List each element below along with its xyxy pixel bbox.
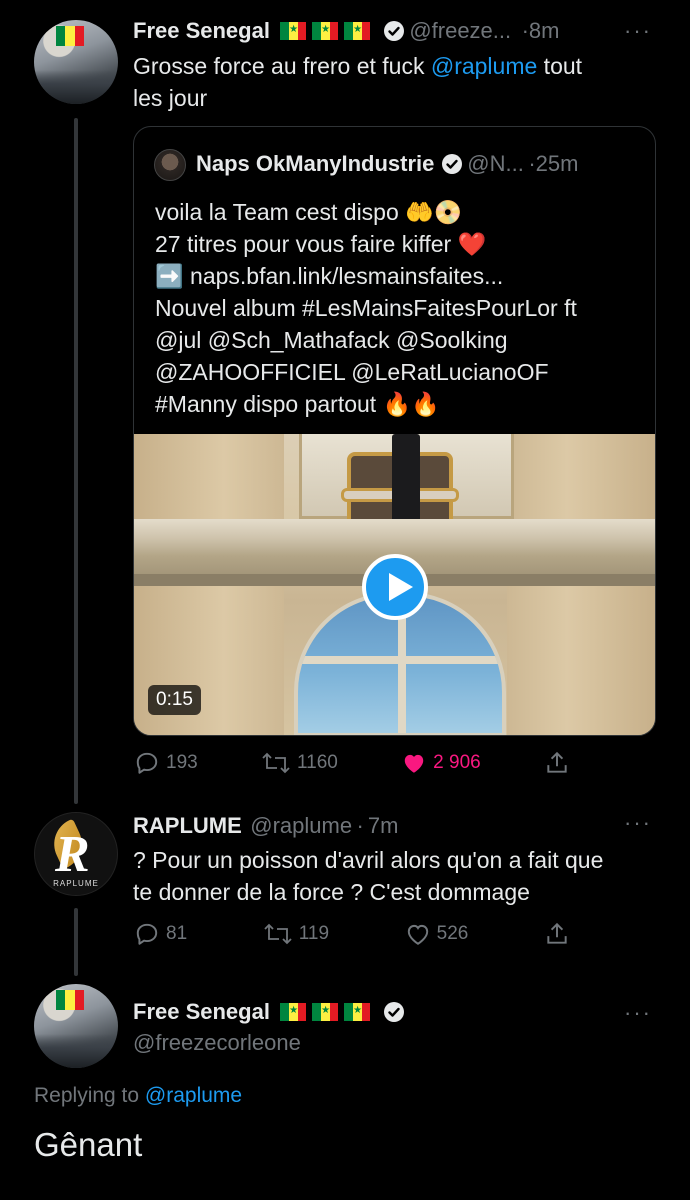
- video-duration: 0:15: [148, 685, 201, 715]
- avatar[interactable]: [34, 984, 118, 1068]
- like-count: 2 906: [433, 752, 481, 773]
- tweet-text: ? Pour un poisson d'avril alors qu'on a …: [133, 844, 673, 908]
- tweet-actions: 81 119 526: [134, 921, 570, 947]
- reply-icon: [136, 752, 158, 774]
- quote-text: voila la Team cest dispo 🤲📀 27 titres po…: [155, 196, 645, 420]
- quote-line: 27 titres pour vous faire kiffer ❤️: [155, 231, 487, 257]
- tweet-header: Free Senegal @freeze... ·8m: [133, 18, 559, 44]
- separator: ·: [356, 813, 364, 838]
- thread-line: [74, 908, 78, 976]
- video-media[interactable]: 0:15: [134, 434, 655, 735]
- reply-button[interactable]: 193: [134, 750, 198, 776]
- tweet-text-line: te donner de la force ? C'est dommage: [133, 879, 530, 905]
- retweet-count: 1160: [297, 752, 338, 773]
- play-icon[interactable]: [362, 554, 428, 620]
- mention-link[interactable]: @raplume: [145, 1084, 242, 1107]
- timestamp: 25m: [535, 151, 579, 176]
- display-name[interactable]: Free Senegal: [133, 999, 270, 1024]
- avatar: [154, 149, 186, 181]
- senegal-flag-icon: [312, 22, 339, 40]
- timestamp[interactable]: 8m: [529, 18, 560, 43]
- avatar-label: RAPLUME: [53, 879, 99, 888]
- retweet-count: 119: [298, 923, 330, 944]
- verified-badge-icon: [383, 21, 404, 41]
- flag-icons: [280, 1003, 380, 1023]
- tweet-text: Grosse force au frero et fuck @raplume t…: [133, 50, 653, 114]
- share-button[interactable]: [544, 921, 570, 947]
- reply-count: 81: [166, 923, 188, 944]
- tweet-text-part: Grosse force au frero et fuck: [133, 53, 431, 79]
- share-icon: [547, 922, 567, 944]
- handle[interactable]: @freeze...: [409, 18, 511, 43]
- share-button[interactable]: [544, 750, 570, 776]
- retweet-icon: [262, 752, 290, 774]
- tweet-text-line: les jour: [133, 85, 208, 111]
- display-name: Naps OkManyIndustrie: [196, 151, 435, 176]
- tweet-actions: 193 1160 2 906: [134, 750, 570, 776]
- verified-badge-icon: [441, 154, 462, 174]
- mention-link[interactable]: @raplume: [431, 53, 537, 79]
- senegal-flag-icon: [344, 22, 371, 40]
- share-icon: [547, 751, 567, 773]
- more-options-icon[interactable]: ···: [624, 1000, 652, 1026]
- separator: ·: [521, 18, 529, 43]
- display-name[interactable]: Free Senegal: [133, 18, 270, 43]
- handle: @N...: [467, 151, 524, 176]
- retweet-button[interactable]: 1160: [261, 750, 338, 776]
- tweet-header: RAPLUME @raplume · 7m: [133, 813, 398, 839]
- tweet-text: Gênant: [34, 1126, 143, 1163]
- quote-line: ➡️ naps.bfan.link/lesmainsfaites...: [155, 263, 504, 289]
- quote-line: @jul @Sch_Mathafack @Soolking: [155, 327, 508, 353]
- more-options-icon[interactable]: ···: [624, 18, 652, 44]
- senegal-flag-icon: [344, 1003, 371, 1021]
- replying-to: Replying to @raplume: [34, 1084, 242, 1108]
- reply-button[interactable]: 81: [134, 921, 187, 947]
- display-name[interactable]: RAPLUME: [133, 813, 242, 838]
- retweet-icon: [264, 923, 292, 945]
- flag-icons: [280, 22, 380, 42]
- handle[interactable]: @freezecorleone: [133, 1030, 301, 1056]
- more-options-icon[interactable]: ···: [624, 810, 652, 836]
- timestamp[interactable]: 7m: [368, 813, 399, 838]
- quote-line: voila la Team cest dispo 🤲📀: [155, 199, 463, 225]
- avatar[interactable]: [34, 20, 118, 104]
- like-button[interactable]: 526: [405, 921, 469, 947]
- quote-line: #Manny dispo partout 🔥🔥: [155, 391, 440, 417]
- like-count: 526: [436, 923, 469, 944]
- quote-header: Naps OkManyIndustrie @N... ·25m: [196, 151, 578, 177]
- senegal-flag-icon: [312, 1003, 339, 1021]
- quote-line: Nouvel album #LesMainsFaitesPourLor ft: [155, 295, 577, 321]
- handle[interactable]: @raplume: [250, 813, 352, 838]
- reply-count: 193: [166, 752, 198, 773]
- retweet-button[interactable]: 119: [263, 921, 329, 947]
- raplume-logo-icon: R: [55, 826, 90, 883]
- verified-badge-icon: [383, 1002, 404, 1022]
- thread-line: [74, 118, 78, 804]
- reply-icon: [136, 923, 158, 945]
- tweet-text-line: ? Pour un poisson d'avril alors qu'on a …: [133, 847, 604, 873]
- senegal-flag-icon: [280, 22, 307, 40]
- heart-filled-icon: [404, 754, 424, 773]
- avatar[interactable]: R RAPLUME: [34, 812, 118, 896]
- separator: ·: [528, 151, 536, 176]
- quoted-tweet-card[interactable]: Naps OkManyIndustrie @N... ·25m voila la…: [133, 126, 656, 736]
- heart-icon: [407, 924, 428, 945]
- like-button[interactable]: 2 906: [401, 750, 481, 776]
- tweet-text-part: tout: [537, 53, 583, 79]
- tweet-header: Free Senegal: [133, 999, 405, 1025]
- quote-line: @ZAHOOFFICIEL @LeRatLucianoOF: [155, 359, 549, 385]
- senegal-flag-icon: [280, 1003, 307, 1021]
- replying-to-label: Replying to: [34, 1084, 140, 1107]
